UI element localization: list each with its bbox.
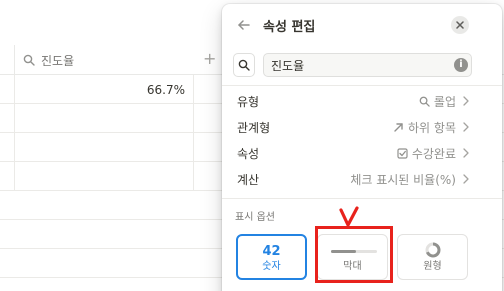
property-value-wrap: 롤업 (419, 93, 456, 110)
chevron-right-icon (463, 174, 469, 184)
chevron-right-icon (463, 148, 469, 158)
back-arrow-icon[interactable] (236, 17, 252, 33)
close-button[interactable] (451, 16, 469, 34)
search-icon (23, 54, 35, 66)
property-value-wrap: 하위 항목 (393, 119, 456, 136)
property-row-type[interactable]: 유형 롤업 (228, 88, 474, 114)
display-option-number[interactable]: 42 숫자 (236, 234, 307, 280)
annotation-highlight-box (315, 226, 393, 283)
chevron-right-icon (463, 96, 469, 106)
property-value-wrap: 수강완료 (397, 145, 456, 162)
property-value: 롤업 (433, 95, 456, 109)
close-icon (456, 21, 464, 29)
option-label: 숫자 (262, 261, 281, 272)
progress-cell[interactable] (14, 162, 194, 191)
search-icon (419, 96, 430, 107)
search-icon (238, 59, 250, 71)
column-header-label: 진도율 (41, 53, 75, 68)
property-value: 하위 항목 (408, 121, 456, 135)
property-value: 수강완료 (411, 147, 456, 161)
property-label: 계산 (237, 173, 260, 187)
property-label: 관계형 (237, 121, 271, 135)
annotation-check-mark (339, 206, 359, 227)
property-name-row: i (233, 53, 472, 77)
info-icon[interactable]: i (454, 58, 468, 72)
display-options-label: 표시 옵션 (235, 212, 275, 223)
property-row-property[interactable]: 속성 수강완료 (228, 140, 474, 166)
display-option-ring[interactable]: 원형 (397, 234, 468, 280)
property-row-relation[interactable]: 관계형 하위 항목 (228, 114, 474, 140)
option-label: 원형 (423, 261, 442, 272)
progress-cell[interactable] (14, 104, 194, 133)
arrow-up-right-icon (394, 123, 403, 132)
panel-title: 속성 편집 (263, 20, 316, 35)
divider (222, 85, 502, 86)
property-name-input[interactable] (263, 53, 472, 77)
progress-cell[interactable]: 66.7% (14, 75, 194, 104)
checkbox-icon (397, 148, 408, 159)
property-label: 속성 (237, 147, 260, 161)
property-icon-button[interactable] (233, 53, 255, 77)
chevron-right-icon (463, 122, 469, 132)
property-row-calculate[interactable]: 계산 체크 표시된 비율(%) (228, 166, 474, 192)
add-column-button[interactable]: + (203, 51, 216, 67)
property-value-wrap: 체크 표시된 비율(%) (350, 171, 456, 188)
progress-cell[interactable] (14, 133, 194, 162)
divider (222, 198, 502, 199)
property-value: 체크 표시된 비율(%) (350, 173, 456, 187)
property-label: 유형 (237, 95, 260, 109)
panel-header: 속성 편집 (222, 4, 502, 46)
column-header-progress[interactable]: 진도율 (14, 45, 194, 75)
ring-preview-icon (425, 242, 441, 258)
